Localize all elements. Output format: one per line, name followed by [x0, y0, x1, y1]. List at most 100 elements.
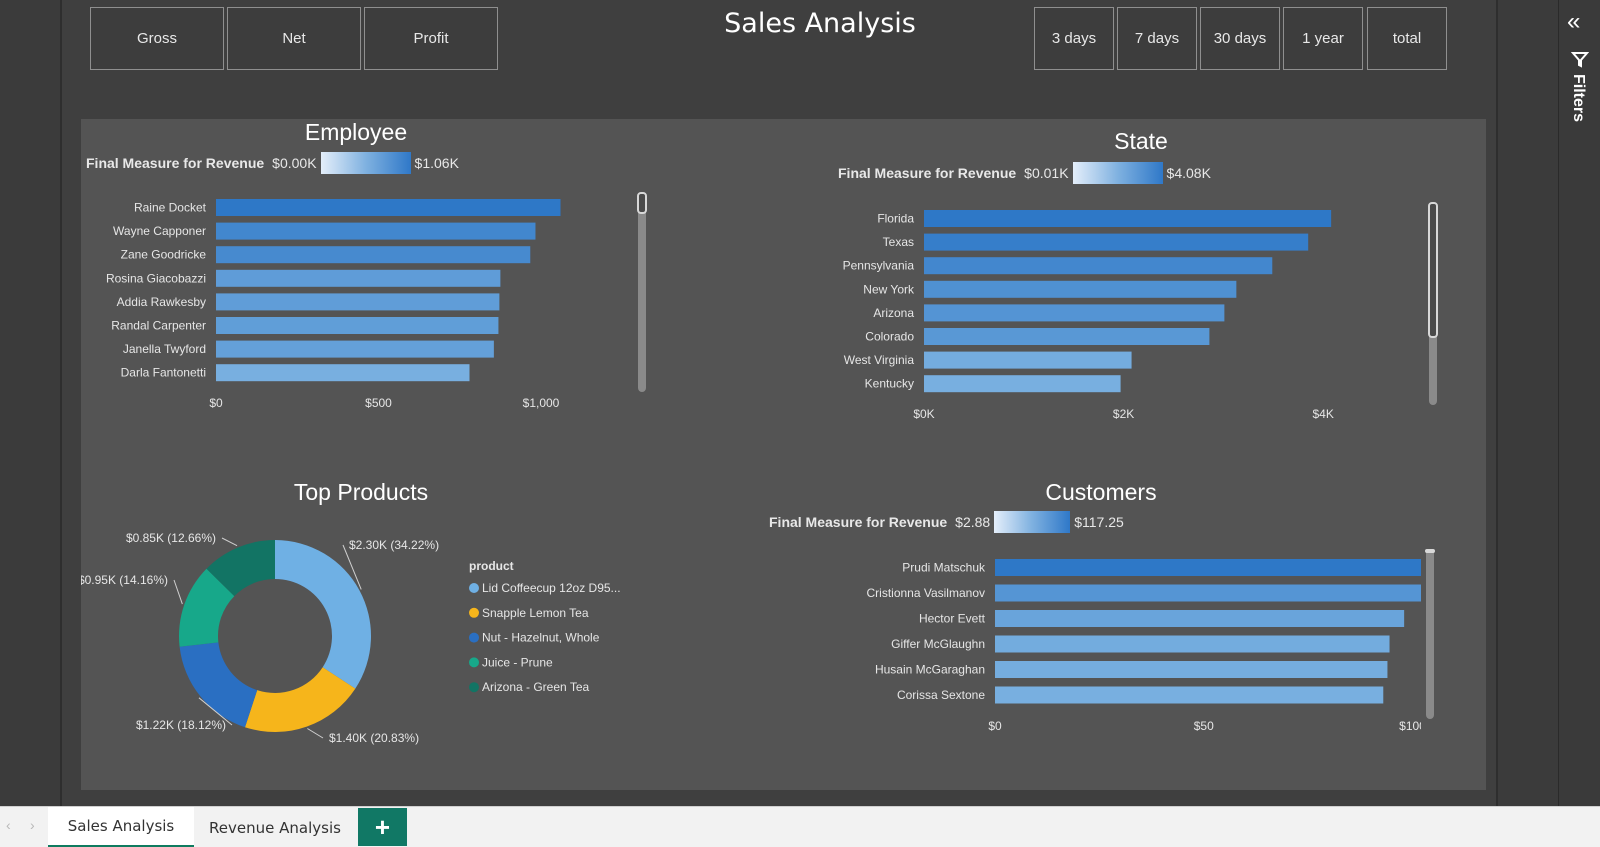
- period-3days-button[interactable]: 3 days: [1034, 7, 1114, 70]
- customers-title: Customers: [1045, 479, 1157, 505]
- employee-tick-label: $0: [209, 396, 223, 410]
- customers-tick-label: $0: [988, 719, 1002, 733]
- customers-bar[interactable]: [995, 559, 1421, 576]
- customers-legend-gradient: [994, 511, 1071, 533]
- legend-dot: [469, 607, 479, 618]
- customers-bar-chart: Prudi Matschuk Cristionna Vasilmanov Hecto…: [867, 559, 1421, 733]
- donut-data-label: $1.40K (20.83%): [329, 731, 419, 745]
- funnel-icon[interactable]: [1571, 50, 1589, 68]
- state-bar[interactable]: [924, 280, 1237, 298]
- employee-category-label: Janella Twyford: [123, 342, 206, 356]
- page-tab-bar: ‹ › Sales Analysis Revenue Analysis +: [0, 806, 1600, 847]
- customers-category-label: Prudi Matschuk: [902, 561, 986, 575]
- donut-slice[interactable]: [275, 540, 371, 689]
- customers-tick-label: $50: [1194, 719, 1214, 733]
- customers-scroll-thumb[interactable]: [1425, 549, 1435, 553]
- employee-bar[interactable]: [216, 340, 494, 358]
- customers-bar[interactable]: [995, 610, 1405, 627]
- customers-category-label: Corissa Sextone: [897, 688, 985, 702]
- next-page-icon[interactable]: ›: [30, 817, 35, 833]
- filters-pane[interactable]: « Filters: [1558, 0, 1600, 806]
- employee-bar[interactable]: [216, 293, 500, 311]
- employee-bar[interactable]: [216, 246, 531, 264]
- state-bar[interactable]: [924, 375, 1121, 393]
- donut-data-label: $1.22K (18.12%): [136, 718, 226, 732]
- donut-leader-line: [221, 537, 238, 547]
- donut-leader-line: [173, 579, 183, 605]
- state-category-label: Pennsylvania: [843, 259, 915, 273]
- customers-legend-label: Final Measure for Revenue: [769, 514, 948, 530]
- tab-sales-analysis[interactable]: Sales Analysis: [48, 807, 194, 847]
- customers-bar[interactable]: [995, 635, 1390, 653]
- employee-tick-label: $1,000: [523, 396, 560, 410]
- collapse-filters-icon[interactable]: «: [1567, 10, 1580, 34]
- state-title: State: [1114, 128, 1168, 154]
- state-legend-gradient: [1072, 162, 1163, 184]
- employee-category-label: Addia Rawkesby: [117, 295, 206, 309]
- state-bar[interactable]: [924, 233, 1309, 251]
- products-legend-title: product: [469, 559, 514, 573]
- customers-bar[interactable]: [995, 686, 1384, 704]
- employee-category-label: Darla Fantonetti: [121, 366, 206, 380]
- donut-slice[interactable]: [179, 642, 258, 728]
- customers-category-label: Hector Evett: [919, 612, 986, 626]
- right-margin: [1496, 0, 1558, 806]
- legend-dot: [469, 682, 479, 693]
- employee-bar[interactable]: [216, 269, 501, 287]
- state-scroll-thumb[interactable]: [1428, 202, 1438, 338]
- filters-label[interactable]: Filters: [1569, 74, 1587, 122]
- profit-button[interactable]: Profit: [364, 7, 498, 70]
- state-category-label: Florida: [877, 212, 914, 226]
- period-7days-button[interactable]: 7 days: [1117, 7, 1197, 70]
- customers-bar[interactable]: [995, 584, 1421, 602]
- state-legend-max: $4.08K: [1166, 165, 1211, 181]
- employee-scroll-thumb[interactable]: [637, 192, 647, 214]
- gross-button[interactable]: Gross: [90, 7, 224, 70]
- state-bar[interactable]: [924, 351, 1132, 369]
- legend-item-label[interactable]: Nut - Hazelnut, Whole: [482, 631, 600, 645]
- customers-scrollbar[interactable]: [1425, 549, 1435, 719]
- state-scrollbar[interactable]: [1428, 202, 1438, 405]
- customers-tick-label: $100: [1399, 719, 1421, 733]
- customers-bar[interactable]: [995, 661, 1388, 678]
- legend-item-label[interactable]: Snapple Lemon Tea: [482, 606, 589, 620]
- employee-bar[interactable]: [216, 199, 561, 216]
- customers-category-label: Husain McGaraghan: [875, 663, 985, 677]
- state-bar[interactable]: [924, 328, 1210, 345]
- state-bar[interactable]: [924, 304, 1225, 322]
- state-bar[interactable]: [924, 210, 1332, 227]
- employee-category-label: Wayne Capponer: [113, 224, 206, 238]
- customers-category-label: Cristionna Vasilmanov: [867, 586, 986, 600]
- donut-data-label: $0.85K (12.66%): [126, 531, 216, 545]
- net-button[interactable]: Net: [227, 7, 361, 70]
- period-1year-button[interactable]: 1 year: [1283, 7, 1363, 70]
- state-tick-label: $0K: [913, 407, 934, 421]
- employee-bar[interactable]: [216, 317, 499, 334]
- donut-leader-line: [307, 728, 324, 739]
- state-category-label: Arizona: [873, 306, 914, 320]
- employee-legend-max: $1.06K: [414, 155, 459, 171]
- state-category-label: West Virginia: [844, 353, 915, 367]
- tab-revenue-analysis[interactable]: Revenue Analysis: [194, 807, 356, 847]
- prev-page-icon[interactable]: ‹: [6, 817, 11, 833]
- add-page-button[interactable]: +: [358, 808, 407, 846]
- legend-item-label[interactable]: Juice - Prune: [482, 655, 553, 669]
- period-total-button[interactable]: total: [1367, 7, 1447, 70]
- employee-bar[interactable]: [216, 222, 536, 240]
- customers-legend-min: $2.88: [955, 514, 991, 530]
- legend-item-label[interactable]: Lid Coffeecup 12oz D95...: [482, 581, 621, 595]
- state-category-label: New York: [863, 282, 915, 296]
- employee-bar[interactable]: [216, 364, 470, 382]
- legend-dot: [469, 632, 479, 643]
- legend-item-label[interactable]: Arizona - Green Tea: [482, 680, 589, 694]
- employee-legend: Final Measure for Revenue $0.00K $1.06K: [86, 152, 459, 174]
- customers-legend: Final Measure for Revenue $2.88 $117.25: [769, 511, 1124, 533]
- employee-scrollbar[interactable]: [637, 192, 647, 392]
- period-30days-button[interactable]: 30 days: [1200, 7, 1280, 70]
- report-panel: Employee Final Measure for Revenue $0.00…: [81, 119, 1486, 790]
- state-bar[interactable]: [924, 257, 1273, 275]
- employee-bar-chart: Raine Docket Wayne Capponer Zane Goodricke…: [106, 199, 561, 410]
- state-bar-chart: Florida Texas Pennsylvania New York Arizona C…: [843, 210, 1334, 421]
- state-tick-label: $2K: [1113, 407, 1134, 421]
- state-category-label: Kentucky: [865, 377, 914, 391]
